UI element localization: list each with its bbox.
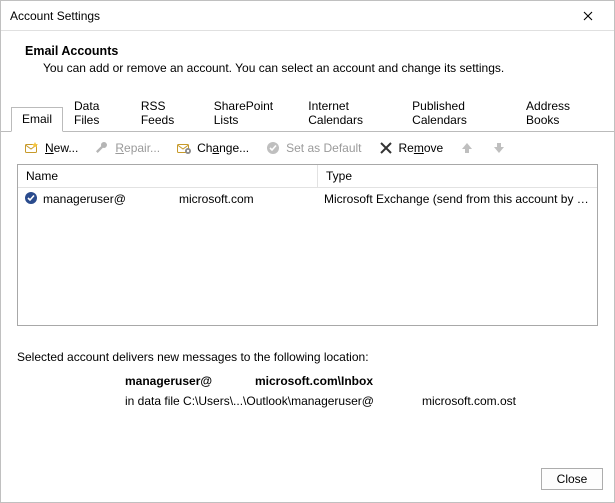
envelope-new-icon — [24, 140, 40, 156]
dialog-footer: Close — [1, 462, 614, 502]
intro-section: Email Accounts You can add or remove an … — [1, 31, 614, 81]
remove-label: Remove — [399, 141, 444, 155]
set-default-label: Set as Default — [286, 141, 361, 155]
delivery-intro: Selected account delivers new messages t… — [17, 350, 598, 364]
table-row[interactable]: manageruser@ microsoft.com Microsoft Exc… — [18, 188, 597, 210]
intro-description: You can add or remove an account. You ca… — [43, 61, 598, 75]
tab-address-books[interactable]: Address Books — [515, 94, 604, 132]
delivery-path: in data file C:\Users\...\Outlook\manage… — [125, 394, 598, 408]
tab-email[interactable]: Email — [11, 107, 63, 132]
intro-heading: Email Accounts — [25, 44, 598, 58]
arrow-down-icon — [491, 140, 507, 156]
row-name-part2: microsoft.com — [179, 192, 324, 206]
close-button[interactable]: Close — [541, 468, 603, 490]
delivery-location: manageruser@ microsoft.com\Inbox — [125, 374, 598, 388]
accounts-list: Name Type manageruser@ microsoft.com Mic… — [17, 164, 598, 326]
window-title: Account Settings — [10, 9, 568, 23]
repair-button: Repair... — [88, 138, 166, 158]
titlebar: Account Settings — [1, 1, 614, 31]
change-label: Change... — [197, 141, 249, 155]
check-circle-icon — [265, 140, 281, 156]
delivery-path-part2: microsoft.com.ost — [422, 394, 516, 408]
move-up-button — [453, 138, 481, 158]
toolbar: New... Repair... Change... Set as Defaul… — [1, 132, 614, 164]
tab-sharepoint-lists[interactable]: SharePoint Lists — [203, 94, 298, 132]
x-icon — [378, 140, 394, 156]
tab-rss-feeds[interactable]: RSS Feeds — [130, 94, 203, 132]
wrench-icon — [94, 140, 110, 156]
row-name-cell: manageruser@ microsoft.com — [24, 191, 324, 207]
row-type-cell: Microsoft Exchange (send from this accou… — [324, 192, 591, 206]
window-close-button[interactable] — [568, 2, 608, 30]
column-name[interactable]: Name — [18, 165, 318, 187]
new-label: New... — [45, 141, 78, 155]
envelope-gear-icon — [176, 140, 192, 156]
arrow-up-icon — [459, 140, 475, 156]
delivery-loc-part2: microsoft.com\Inbox — [255, 374, 373, 388]
tab-published-calendars[interactable]: Published Calendars — [401, 94, 515, 132]
move-down-button — [485, 138, 513, 158]
row-name-part1: manageruser@ — [43, 192, 179, 206]
tab-strip: Email Data Files RSS Feeds SharePoint Li… — [1, 81, 614, 132]
close-icon — [580, 8, 596, 24]
default-account-icon — [24, 191, 40, 207]
list-header: Name Type — [18, 165, 597, 188]
tab-data-files[interactable]: Data Files — [63, 94, 130, 132]
remove-button[interactable]: Remove — [372, 138, 450, 158]
delivery-section: Selected account delivers new messages t… — [17, 350, 598, 408]
column-type[interactable]: Type — [318, 165, 597, 187]
new-button[interactable]: New... — [18, 138, 84, 158]
change-button[interactable]: Change... — [170, 138, 255, 158]
delivery-path-part1: in data file C:\Users\...\Outlook\manage… — [125, 394, 422, 408]
delivery-loc-part1: manageruser@ — [125, 374, 255, 388]
repair-label: Repair... — [115, 141, 160, 155]
tab-internet-calendars[interactable]: Internet Calendars — [297, 94, 401, 132]
set-default-button: Set as Default — [259, 138, 367, 158]
